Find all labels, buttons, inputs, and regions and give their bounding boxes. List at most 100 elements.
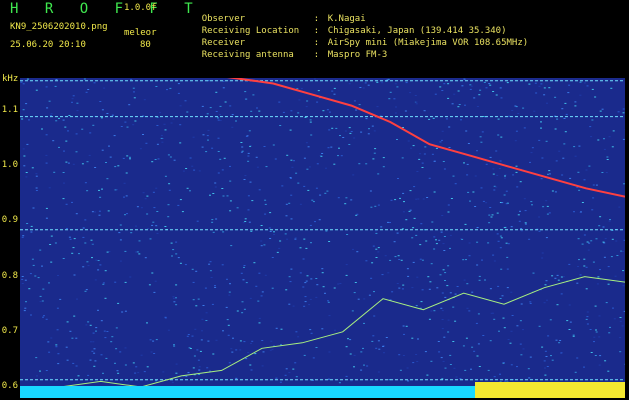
noise-speck: [540, 127, 542, 129]
noise-speck: [602, 241, 605, 243]
noise-speck: [421, 162, 424, 164]
noise-speck: [420, 301, 423, 303]
noise-speck: [229, 283, 231, 285]
noise-speck: [82, 227, 85, 229]
noise-speck: [319, 194, 322, 196]
noise-speck: [495, 186, 498, 188]
noise-speck: [146, 195, 149, 197]
noise-speck: [93, 365, 96, 367]
noise-speck: [479, 89, 482, 91]
noise-speck: [544, 374, 547, 376]
noise-speck: [576, 357, 579, 359]
noise-speck: [506, 268, 509, 270]
noise-speck: [603, 138, 605, 140]
noise-speck: [556, 304, 559, 306]
noise-speck: [562, 276, 565, 278]
y-tick-label: 1.0: [1, 160, 18, 171]
noise-speck: [39, 295, 42, 297]
noise-speck: [173, 345, 176, 347]
noise-speck: [211, 303, 214, 305]
noise-speck: [431, 153, 434, 155]
noise-speck: [72, 247, 75, 249]
noise-speck: [187, 372, 190, 374]
noise-speck: [22, 235, 25, 237]
noise-speck: [443, 168, 446, 170]
noise-speck: [492, 173, 495, 175]
noise-speck: [121, 311, 124, 313]
noise-speck: [520, 230, 523, 232]
noise-speck: [250, 369, 253, 371]
noise-speck: [247, 352, 250, 354]
noise-speck: [179, 199, 182, 201]
noise-speck: [622, 108, 625, 110]
noise-speck: [424, 146, 427, 148]
noise-speck: [104, 337, 107, 339]
noise-speck: [453, 93, 456, 95]
noise-speck: [315, 278, 318, 279]
noise-speck: [471, 291, 474, 293]
noise-speck: [540, 83, 543, 85]
noise-speck: [441, 215, 444, 216]
noise-speck: [161, 141, 164, 143]
noise-speck: [442, 269, 445, 271]
noise-speck: [293, 160, 295, 162]
noise-speck: [226, 195, 229, 197]
noise-speck: [201, 318, 204, 320]
noise-speck: [152, 191, 155, 193]
noise-speck: [191, 335, 194, 337]
noise-speck: [31, 167, 34, 169]
noise-speck: [520, 228, 523, 230]
noise-speck: [89, 324, 92, 326]
noise-speck: [93, 348, 96, 350]
noise-speck: [284, 374, 287, 376]
noise-speck: [177, 92, 180, 94]
noise-speck: [325, 230, 328, 232]
noise-speck: [221, 264, 224, 266]
noise-speck: [560, 352, 563, 354]
noise-speck: [404, 110, 407, 112]
noise-speck: [310, 134, 313, 136]
noise-speck: [66, 321, 69, 323]
noise-speck: [247, 155, 250, 157]
noise-speck: [449, 364, 452, 365]
noise-speck: [243, 266, 245, 268]
noise-speck: [206, 135, 209, 137]
noise-speck: [217, 172, 220, 174]
noise-speck: [89, 132, 92, 134]
noise-speck: [114, 281, 117, 283]
noise-speck: [348, 127, 351, 129]
noise-speck: [114, 189, 117, 191]
noise-speck: [445, 118, 448, 120]
noise-speck: [396, 139, 398, 140]
noise-speck: [590, 136, 593, 138]
noise-speck: [156, 143, 159, 145]
noise-speck: [309, 119, 312, 121]
noise-speck: [353, 292, 356, 294]
noise-speck: [168, 183, 171, 185]
noise-speck: [549, 319, 552, 321]
noise-speck: [548, 170, 551, 172]
noise-speck: [86, 261, 89, 263]
noise-speck: [226, 319, 229, 321]
noise-speck: [374, 205, 377, 207]
noise-speck: [156, 125, 159, 126]
noise-speck: [199, 350, 202, 352]
noise-speck: [157, 158, 160, 160]
noise-speck: [119, 224, 122, 226]
noise-speck: [473, 350, 476, 352]
noise-speck: [545, 356, 548, 357]
noise-speck: [440, 231, 443, 233]
noise-speck: [490, 216, 493, 218]
noise-speck: [493, 260, 496, 262]
noise-speck: [164, 129, 167, 131]
noise-speck: [489, 340, 492, 342]
noise-speck: [195, 305, 198, 307]
noise-speck: [258, 110, 261, 112]
noise-speck: [179, 124, 182, 126]
noise-speck: [52, 140, 55, 142]
noise-speck: [412, 362, 415, 364]
noise-speck: [122, 157, 125, 159]
noise-speck: [21, 276, 24, 277]
noise-speck: [288, 372, 291, 374]
noise-speck: [469, 88, 472, 90]
